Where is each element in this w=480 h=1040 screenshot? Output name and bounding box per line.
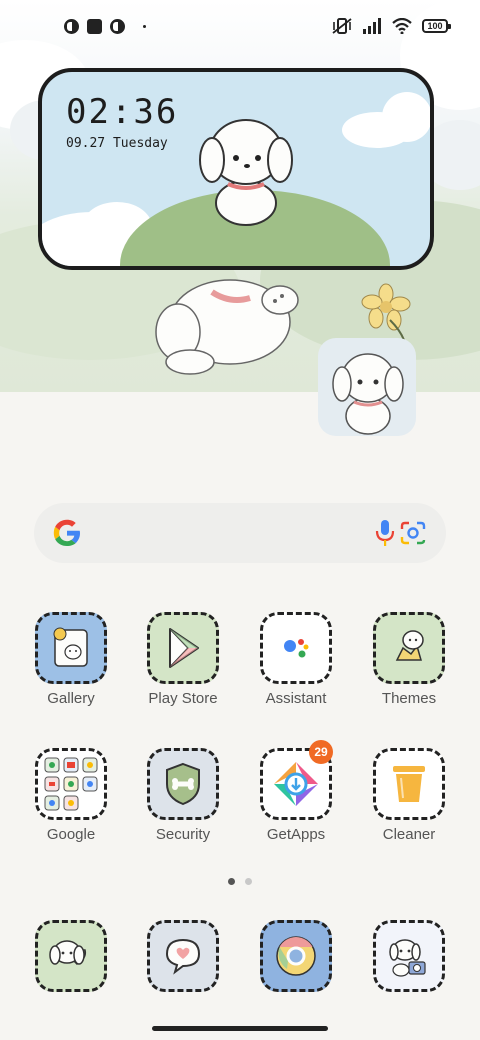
notification-app-icon — [110, 19, 125, 34]
wallpaper-flower-illustration — [361, 283, 411, 340]
app-play-store[interactable]: Play Store — [138, 612, 228, 722]
dock-camera[interactable] — [364, 920, 454, 1030]
battery-level: 100 — [427, 21, 443, 31]
gallery-icon — [35, 612, 107, 684]
page-indicator[interactable] — [228, 878, 252, 885]
google-g-icon — [53, 519, 80, 546]
app-cleaner[interactable]: Cleaner — [364, 748, 454, 858]
app-label: Security — [155, 826, 211, 843]
app-themes[interactable]: Themes — [364, 612, 454, 722]
app-label: Themes — [381, 690, 437, 707]
dock-chrome[interactable] — [251, 920, 341, 1030]
notification-square-icon — [87, 19, 102, 34]
status-bar: 100 — [0, 0, 480, 56]
app-label: GetApps — [266, 826, 326, 843]
microphone-icon[interactable] — [374, 519, 396, 547]
dog-photo-illustration — [332, 353, 404, 435]
play-store-icon — [147, 612, 219, 684]
signal-icon — [363, 18, 381, 34]
wallpaper-dog-illustration — [155, 279, 299, 375]
vibrate-icon — [332, 18, 352, 34]
clock-date: 09.27 Tuesday — [66, 136, 168, 151]
phone-icon — [35, 920, 107, 992]
notification-badge: 29 — [309, 740, 333, 764]
wifi-icon — [392, 18, 412, 34]
app-label: Play Store — [148, 690, 218, 707]
google-folder-icon — [35, 748, 107, 820]
assistant-icon — [260, 612, 332, 684]
photo-widget[interactable] — [318, 338, 416, 436]
app-label: Assistant — [265, 690, 327, 707]
google-search-bar[interactable] — [34, 503, 446, 563]
battery-icon: 100 — [422, 19, 451, 33]
chrome-icon — [260, 920, 332, 992]
themes-icon — [373, 612, 445, 684]
google-lens-icon[interactable] — [400, 521, 426, 545]
clock-widget[interactable]: 02:36 09.27 Tuesday — [38, 68, 434, 270]
notification-app-icon — [64, 19, 79, 34]
dock-messages[interactable] — [138, 920, 228, 1030]
app-getapps[interactable]: 29 GetApps — [251, 740, 341, 858]
more-notifications-dot — [143, 25, 146, 28]
notification-icons — [64, 19, 146, 34]
page-dot-active[interactable] — [228, 878, 235, 885]
security-icon — [147, 748, 219, 820]
clock-time: 02:36 — [66, 92, 179, 132]
system-icons: 100 — [332, 17, 451, 35]
dock-phone[interactable] — [26, 920, 116, 1030]
gesture-navigation-bar[interactable] — [152, 1026, 328, 1031]
app-google-folder[interactable]: Google — [26, 748, 116, 858]
app-gallery[interactable]: Gallery — [26, 612, 116, 722]
messages-icon — [147, 920, 219, 992]
app-label: Gallery — [47, 690, 95, 707]
page-dot[interactable] — [245, 878, 252, 885]
cleaner-icon — [373, 748, 445, 820]
app-assistant[interactable]: Assistant — [251, 612, 341, 722]
app-security[interactable]: Security — [138, 748, 228, 858]
dog-illustration — [199, 119, 293, 226]
app-label: Google — [46, 826, 96, 843]
camera-icon — [373, 920, 445, 992]
app-label: Cleaner — [382, 826, 436, 843]
